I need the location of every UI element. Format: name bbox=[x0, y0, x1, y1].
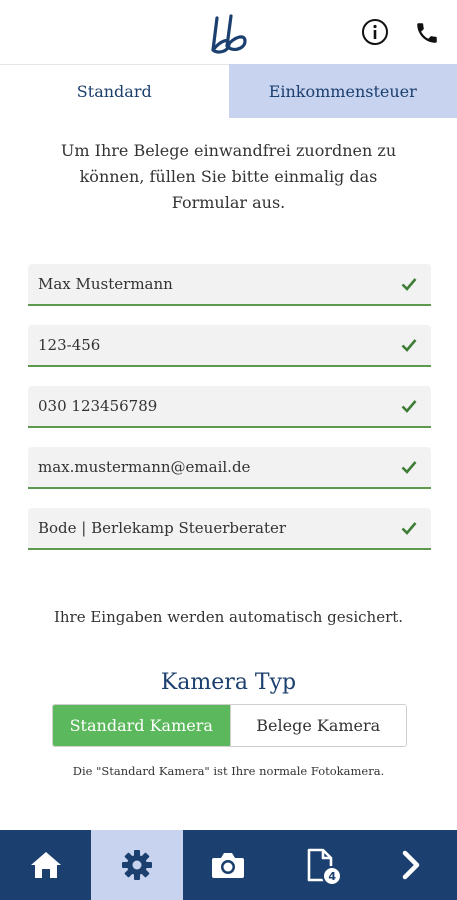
email-input[interactable] bbox=[28, 447, 388, 487]
nav-documents[interactable]: 4 bbox=[274, 830, 365, 900]
camera-hint: Die "Standard Kamera" ist Ihre normale F… bbox=[72, 764, 385, 778]
name-field bbox=[28, 264, 431, 306]
camera-type-selector: Standard Kamera Belege Kamera bbox=[52, 704, 407, 747]
autosave-notice: Ihre Eingaben werden automatisch gesiche… bbox=[53, 608, 404, 626]
check-icon bbox=[401, 522, 417, 535]
nav-camera[interactable] bbox=[183, 830, 274, 900]
advisor-field bbox=[28, 508, 431, 550]
intro-text: Um Ihre Belege einwandfrei zuordnen zu k… bbox=[60, 141, 397, 212]
check-icon bbox=[401, 461, 417, 474]
tab-einkommensteuer[interactable]: Einkommensteuer bbox=[228, 64, 457, 118]
client-number-input[interactable] bbox=[28, 325, 388, 365]
check-icon bbox=[401, 400, 417, 413]
nav-home[interactable] bbox=[0, 830, 91, 900]
client-number-field bbox=[28, 325, 431, 367]
gear-icon bbox=[122, 850, 153, 880]
tab-bar: Standard Einkommensteuer bbox=[0, 64, 457, 118]
phone-input[interactable] bbox=[28, 386, 388, 426]
standard-camera-button[interactable]: Standard Kamera bbox=[53, 705, 230, 746]
advisor-input[interactable] bbox=[28, 508, 388, 548]
documents-count-badge: 4 bbox=[322, 866, 343, 886]
check-icon bbox=[401, 278, 417, 291]
nav-settings[interactable] bbox=[91, 830, 183, 900]
chevron-right-icon bbox=[403, 850, 420, 880]
app-header bbox=[0, 0, 457, 64]
brand-logo bbox=[211, 14, 247, 54]
camera-type-title: Kamera Typ bbox=[160, 670, 297, 695]
phone-icon[interactable] bbox=[414, 20, 440, 46]
tab-standard[interactable]: Standard bbox=[0, 64, 229, 118]
check-icon bbox=[401, 339, 417, 352]
bottom-nav: 4 bbox=[0, 830, 457, 900]
home-icon bbox=[30, 852, 61, 878]
info-circle-icon[interactable] bbox=[361, 18, 389, 46]
name-input[interactable] bbox=[28, 264, 388, 304]
belege-camera-button[interactable]: Belege Kamera bbox=[229, 705, 406, 746]
nav-next[interactable] bbox=[366, 830, 457, 900]
camera-icon bbox=[212, 853, 245, 878]
email-field bbox=[28, 447, 431, 489]
phone-field bbox=[28, 386, 431, 428]
